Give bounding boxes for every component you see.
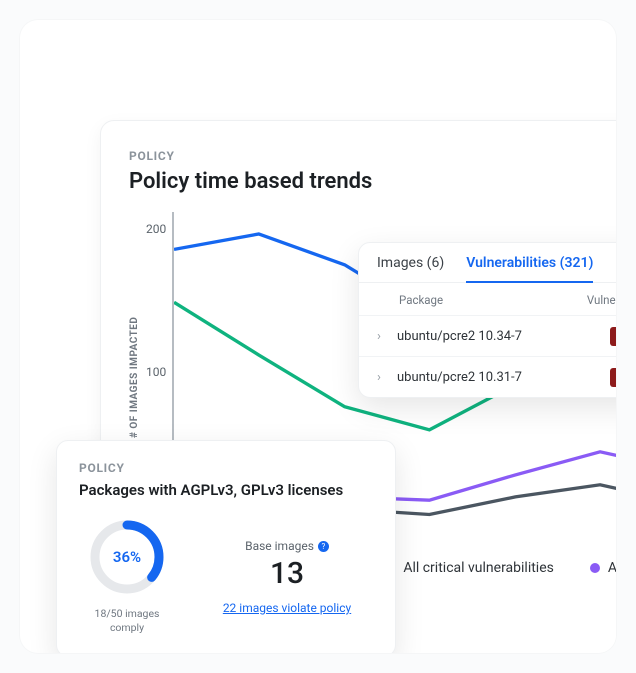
legend-dot-icon xyxy=(590,563,600,573)
legend-label: All critical vulnerabilities xyxy=(403,560,554,576)
tab-images[interactable]: Images (6) xyxy=(377,255,444,282)
package-name: ubuntu/pcre2 10.34-7 xyxy=(397,329,600,344)
table-row[interactable]: › ubuntu/pcre2 10.34-7 3 C xyxy=(359,315,616,356)
vulnerabilities-panel: Images (6) Vulnerabilities (321) Package… xyxy=(358,242,616,398)
compliance-donut: 36% 18/50 images comply xyxy=(79,517,175,634)
header-vulnerabilities: Vulnerabilities xyxy=(587,293,616,307)
y-tick: 200 xyxy=(146,222,166,236)
package-name: ubuntu/pcre2 10.31-7 xyxy=(397,370,600,385)
legend-item: All critical vulnerabilities xyxy=(385,560,554,576)
base-images-label-text: Base images xyxy=(245,539,314,553)
base-images-count: 13 xyxy=(201,556,373,591)
chevron-right-icon[interactable]: › xyxy=(371,329,387,344)
header-package: Package xyxy=(399,293,587,307)
table-row[interactable]: › ubuntu/pcre2 10.31-7 1 C xyxy=(359,356,616,397)
severity-badge: 1 C xyxy=(610,368,616,387)
base-images-label: Base images ? xyxy=(245,539,329,553)
info-icon[interactable]: ? xyxy=(318,541,329,552)
compliance-sub: 18/50 images comply xyxy=(79,607,175,634)
tab-vulnerabilities[interactable]: Vulnerabilities (321) xyxy=(466,255,593,283)
y-tick: 100 xyxy=(146,365,166,379)
eyebrow: POLICY xyxy=(129,149,616,163)
vuln-table-headers: Package Vulnerabilities xyxy=(359,283,616,315)
donut-percent: 36% xyxy=(87,517,167,597)
card-title: Packages with AGPLv3, GPLv3 licenses xyxy=(79,481,373,499)
tabs: Images (6) Vulnerabilities (321) Package… xyxy=(359,243,616,283)
license-policy-card: POLICY Packages with AGPLv3, GPLv3 licen… xyxy=(56,440,396,653)
eyebrow: POLICY xyxy=(79,461,373,475)
severity-badge: 3 C xyxy=(610,327,616,346)
legend-label: AGPLv3 / GPLv3 licenses xyxy=(608,560,616,576)
card-title: Policy time based trends xyxy=(129,169,616,194)
tab-packages[interactable]: Packages xyxy=(615,255,616,282)
legend-item: AGPLv3 / GPLv3 licenses xyxy=(590,560,616,576)
chevron-right-icon[interactable]: › xyxy=(371,370,387,385)
violate-policy-link[interactable]: 22 images violate policy xyxy=(223,601,351,615)
